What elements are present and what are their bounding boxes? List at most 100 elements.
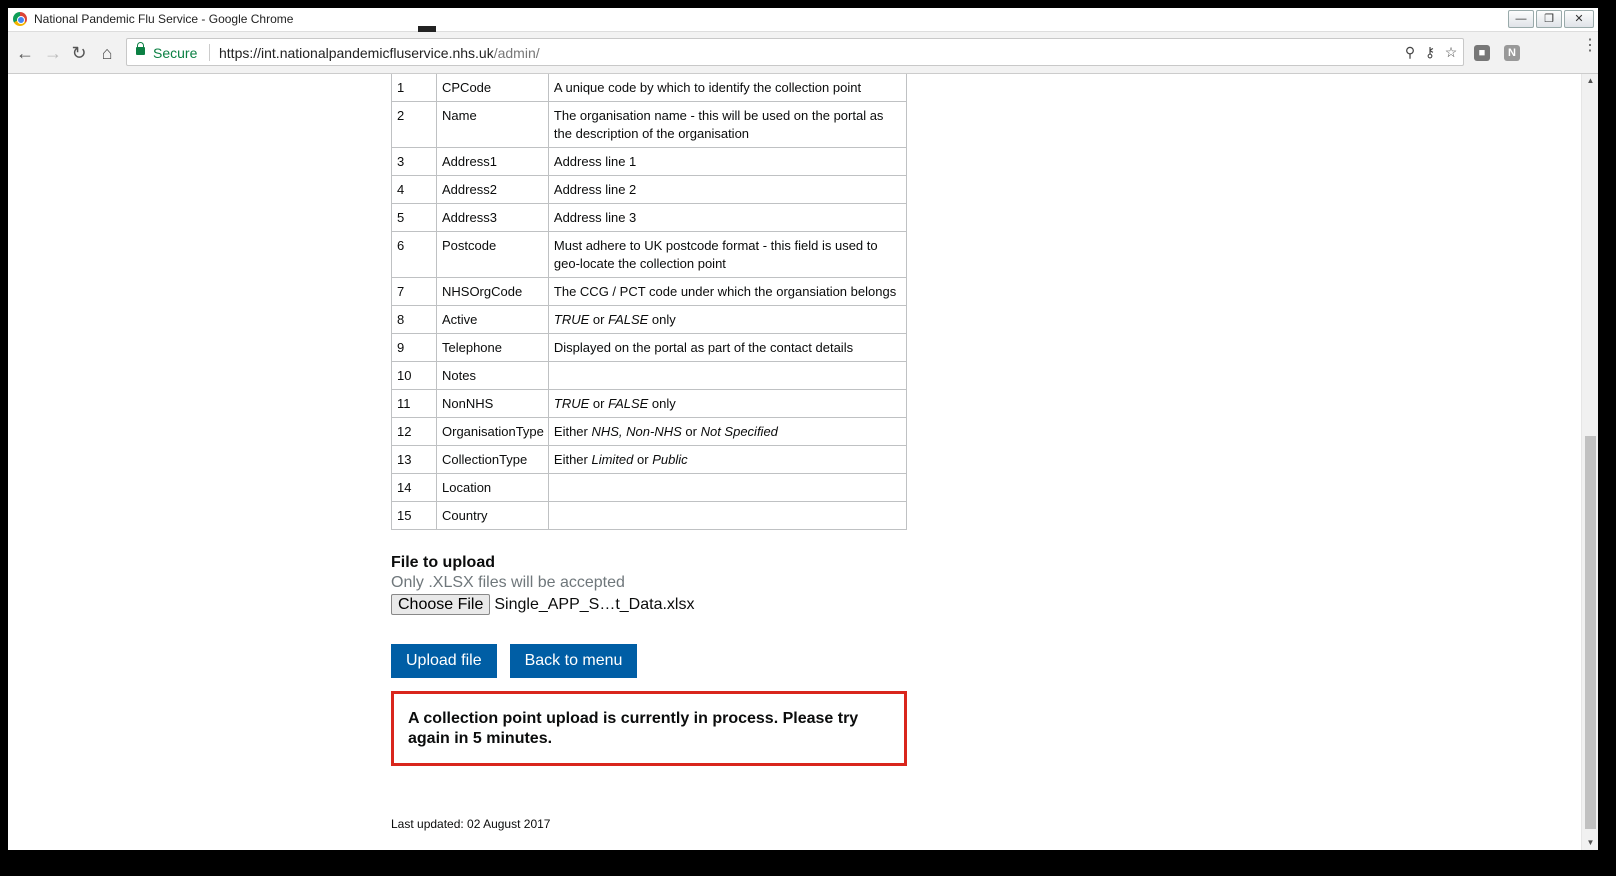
- table-row: 12 OrganisationType Either NHS, Non-NHS or…: [391, 417, 908, 446]
- row-number: 12: [391, 417, 437, 446]
- window-bottom-border: [8, 850, 1598, 854]
- table-row: 4 Address2 Address line 2: [391, 175, 908, 204]
- url-text[interactable]: https://int.nationalpandemicfluservice.n…: [219, 45, 540, 61]
- upload-label: File to upload: [391, 554, 495, 571]
- table-row: 8 Active TRUE or FALSE only: [391, 305, 908, 334]
- extension-icon[interactable]: ■: [1474, 45, 1490, 61]
- field-description: A unique code by which to identify the c…: [547, 74, 908, 102]
- vertical-scrollbar[interactable]: ▲ ▼: [1581, 74, 1598, 850]
- field-name: Telephone: [436, 333, 549, 362]
- bookmark-star-icon[interactable]: ☆: [1442, 43, 1460, 61]
- minimize-button[interactable]: —: [1508, 10, 1534, 28]
- field-name: NonNHS: [436, 389, 549, 418]
- description-part: FALSE: [608, 312, 649, 327]
- table-row: 13 CollectionType Either Limited or Public: [391, 445, 908, 474]
- row-number: 15: [391, 501, 437, 530]
- row-number: 11: [391, 389, 437, 418]
- row-number: 5: [391, 203, 437, 232]
- table-row: 14 Location: [391, 473, 908, 502]
- row-number: 7: [391, 277, 437, 306]
- row-number: 3: [391, 147, 437, 176]
- row-number: 13: [391, 445, 437, 474]
- table-row: 2 Name The organisation name - this will b…: [391, 101, 908, 148]
- field-name: CollectionType: [436, 445, 549, 474]
- table-row: 6 Postcode Must adhere to UK postcode form…: [391, 231, 908, 278]
- browser-toolbar: ← → ↻ ⌂ Secure https://int.nationalpande…: [8, 32, 1598, 74]
- restore-icon: ❐: [1544, 13, 1554, 25]
- table-row: 15 Country: [391, 501, 908, 530]
- field-description: [547, 473, 908, 502]
- field-name: Country: [436, 501, 549, 530]
- description-part: Limited: [591, 452, 634, 467]
- selected-file-name: Single_APP_S…t_Data.xlsx: [494, 595, 695, 613]
- field-name: Location: [436, 473, 549, 502]
- row-number: 10: [391, 361, 437, 390]
- upload-file-button[interactable]: Upload file: [391, 644, 497, 678]
- upload-hint: Only .XLSX files will be accepted: [391, 574, 625, 591]
- field-name: Address3: [436, 203, 549, 232]
- field-description: Address line 2: [547, 175, 908, 204]
- row-number: 8: [391, 305, 437, 334]
- main-content: 1 CPCode A unique code by which to identif…: [391, 74, 911, 831]
- description-part: or: [633, 452, 653, 467]
- field-name: Address1: [436, 147, 549, 176]
- scroll-up-arrow-icon[interactable]: ▲: [1582, 74, 1598, 88]
- row-number: 4: [391, 175, 437, 204]
- row-number: 14: [391, 473, 437, 502]
- field-description: The CCG / PCT code under which the organ…: [547, 277, 908, 306]
- error-message: A collection point upload is currently i…: [408, 710, 859, 747]
- field-description: Address line 1: [547, 147, 908, 176]
- table-row: 9 Telephone Displayed on the portal as par…: [391, 333, 908, 362]
- back-to-menu-button[interactable]: Back to menu: [509, 644, 638, 678]
- secure-label: Secure: [153, 45, 198, 61]
- description-part: Either: [553, 424, 592, 439]
- reload-icon[interactable]: ↻: [68, 42, 90, 64]
- key-icon[interactable]: ⚷: [1421, 43, 1439, 61]
- page-viewport: 1 CPCode A unique code by which to identif…: [8, 74, 1598, 850]
- error-message-box: A collection point upload is currently i…: [391, 691, 907, 766]
- minimize-icon: —: [1515, 13, 1527, 25]
- table-row: 7 NHSOrgCode The CCG / PCT code under whic…: [391, 277, 908, 306]
- table-row: 3 Address1 Address line 1: [391, 147, 908, 176]
- chrome-logo-icon: [13, 12, 27, 26]
- field-description: Must adhere to UK postcode format - this…: [547, 231, 908, 278]
- description-part: only: [648, 312, 676, 327]
- description-part: only: [648, 396, 676, 411]
- window-controls: — ❐ ✕: [1508, 10, 1594, 28]
- description-part: TRUE: [553, 396, 590, 411]
- home-icon[interactable]: ⌂: [96, 42, 118, 64]
- field-description: TRUE or FALSE only: [547, 305, 908, 334]
- description-part: or: [589, 396, 609, 411]
- url-path: /admin/: [493, 45, 540, 61]
- field-description: The organisation name - this will be use…: [547, 101, 908, 148]
- upload-section: File to upload Only .XLSX files will be …: [391, 554, 694, 615]
- row-number: 1: [391, 74, 437, 102]
- lock-icon: [136, 42, 145, 55]
- browser-window: National Pandemic Flu Service - Google C…: [0, 0, 1616, 876]
- scroll-thumb[interactable]: [1585, 436, 1596, 829]
- scroll-down-arrow-icon[interactable]: ▼: [1582, 836, 1598, 850]
- description-part: FALSE: [608, 396, 649, 411]
- last-updated: Last updated: 02 August 2017: [391, 817, 551, 831]
- description-part: or: [681, 424, 701, 439]
- restore-button[interactable]: ❐: [1536, 10, 1562, 28]
- window-title: National Pandemic Flu Service - Google C…: [34, 12, 294, 26]
- back-arrow-icon[interactable]: ←: [14, 42, 36, 64]
- forward-arrow-icon[interactable]: →: [42, 42, 64, 64]
- field-name: OrganisationType: [436, 417, 549, 446]
- description-part: Either: [553, 452, 592, 467]
- extension-n-icon[interactable]: N: [1504, 45, 1520, 61]
- table-row: 11 NonNHS TRUE or FALSE only: [391, 389, 908, 418]
- row-number: 6: [391, 231, 437, 278]
- field-name: Name: [436, 101, 549, 148]
- field-description: Either Limited or Public: [547, 445, 908, 474]
- field-name: NHSOrgCode: [436, 277, 549, 306]
- field-name: Postcode: [436, 231, 549, 278]
- action-buttons: Upload file Back to menu: [391, 644, 638, 678]
- zoom-icon[interactable]: ⚲: [1401, 43, 1419, 61]
- description-part: NHS, Non-NHS: [591, 424, 682, 439]
- address-bar[interactable]: Secure https://int.nationalpandemicfluse…: [126, 38, 1464, 66]
- close-window-button[interactable]: ✕: [1564, 10, 1594, 28]
- choose-file-button[interactable]: Choose File: [391, 594, 491, 615]
- more-menu-icon[interactable]: ⋮: [1582, 38, 1598, 62]
